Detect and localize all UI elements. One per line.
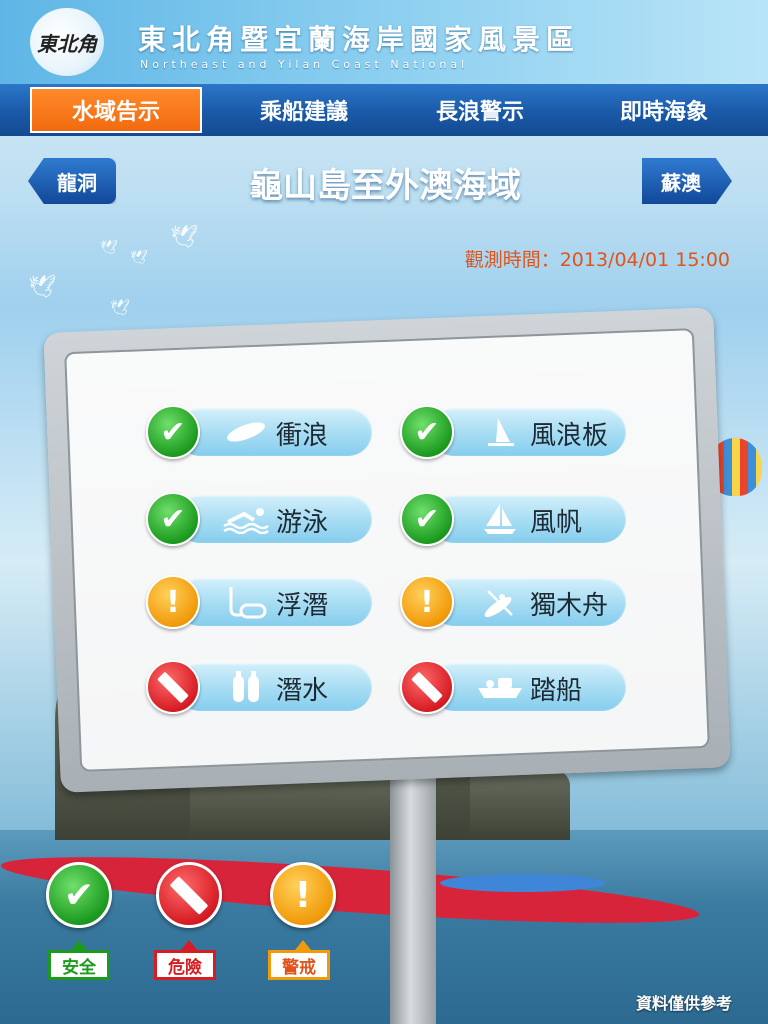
exclamation-icon: ! (270, 862, 336, 928)
activity-item[interactable]: ✔ 衝浪 (146, 405, 374, 459)
legend-danger-label: 危險 (154, 950, 216, 980)
legend-warn-label: 警戒 (268, 950, 330, 980)
check-icon: ✔ (46, 862, 112, 928)
activity-item[interactable]: ! 浮潛 (146, 575, 374, 629)
seagull-decoration: 🕊 (100, 240, 118, 256)
main-nav: 水域告示 乘船建議 長浪警示 即時海象 (0, 84, 768, 136)
activity-pill (430, 663, 626, 711)
legend-safe-label: 安全 (48, 950, 110, 980)
area-title: 龜山島至外澳海域 (249, 166, 521, 206)
tab-water-notice[interactable]: 水域告示 (30, 87, 202, 133)
scuba-tank-icon (222, 670, 270, 704)
surfboard-icon (222, 415, 270, 449)
next-area-label: 蘇澳 (661, 170, 701, 195)
sign-board (43, 307, 731, 793)
disclaimer-note: 資料僅供參考 (635, 994, 732, 1013)
swimmer-icon (222, 502, 270, 536)
prohibited-icon (400, 660, 454, 714)
activity-label: 游泳 (276, 508, 329, 538)
app-header: 東北角 東北角暨宜蘭海岸國家風景區 Northeast and Yilan Co… (0, 0, 768, 84)
tab-label: 乘船建議 (259, 100, 348, 125)
seagull-decoration: 🕊 (170, 225, 198, 250)
activity-item[interactable]: 踏船 (400, 660, 628, 714)
activity-item[interactable]: 潛水 (146, 660, 374, 714)
legend-pointer (181, 940, 197, 950)
seagull-decoration: 🕊 (130, 250, 148, 266)
sign-pole (390, 760, 436, 1024)
sailboat-icon (476, 502, 524, 536)
check-icon: ✔ (400, 492, 454, 546)
pedal-boat-icon (476, 670, 524, 704)
activity-item[interactable]: ! 獨木舟 (400, 575, 628, 629)
prev-area-button[interactable]: 龍洞 (28, 158, 116, 204)
activity-label: 浮潛 (276, 591, 329, 621)
prev-area-label: 龍洞 (57, 170, 97, 195)
next-area-button[interactable]: 蘇澳 (642, 158, 732, 204)
activity-item[interactable]: ✔ 風浪板 (400, 405, 628, 459)
activity-pill (176, 578, 372, 626)
exclamation-icon: ! (400, 575, 454, 629)
activity-pill (176, 663, 372, 711)
activity-label: 踏船 (530, 676, 583, 706)
check-icon: ✔ (146, 492, 200, 546)
seagull-decoration: 🕊 (28, 275, 56, 300)
check-icon: ✔ (400, 405, 454, 459)
activity-label: 潛水 (276, 676, 329, 706)
site-subtitle: Northeast and Yilan Coast National (140, 58, 469, 71)
legend-pointer (295, 940, 311, 950)
activity-label: 衝浪 (276, 421, 329, 451)
activity-pill (176, 495, 372, 543)
activity-label: 獨木舟 (530, 591, 609, 621)
observation-time: 觀測時間：2013/04/01 15:00 (464, 249, 730, 271)
site-title: 東北角暨宜蘭海岸國家風景區 (138, 23, 581, 56)
activity-pill (430, 495, 626, 543)
activity-item[interactable]: ✔ 游泳 (146, 492, 374, 546)
legend-pointer (71, 940, 87, 950)
tab-label: 即時海象 (619, 100, 708, 125)
activity-item[interactable]: ✔ 風帆 (400, 492, 628, 546)
logo-text: 東北角 (37, 31, 97, 56)
prohibited-icon (146, 660, 200, 714)
tab-live-sea[interactable]: 即時海象 (578, 84, 750, 136)
tab-boat-advice[interactable]: 乘船建議 (218, 84, 390, 136)
exclamation-icon: ! (146, 575, 200, 629)
kayak-icon (476, 585, 524, 619)
activity-label: 風帆 (530, 508, 583, 538)
prohibited-icon (156, 862, 222, 928)
windsurf-icon (476, 415, 524, 449)
tab-label: 長浪警示 (435, 100, 524, 125)
seagull-decoration: 🕊 (110, 298, 131, 317)
snorkel-icon (222, 585, 270, 619)
activity-label: 風浪板 (530, 421, 609, 451)
blue-kayak (440, 874, 605, 892)
activity-pill (176, 408, 372, 456)
check-icon: ✔ (146, 405, 200, 459)
logo: 東北角 (30, 8, 104, 76)
tab-label: 水域告示 (71, 100, 160, 125)
tab-swell-warning[interactable]: 長浪警示 (394, 84, 566, 136)
